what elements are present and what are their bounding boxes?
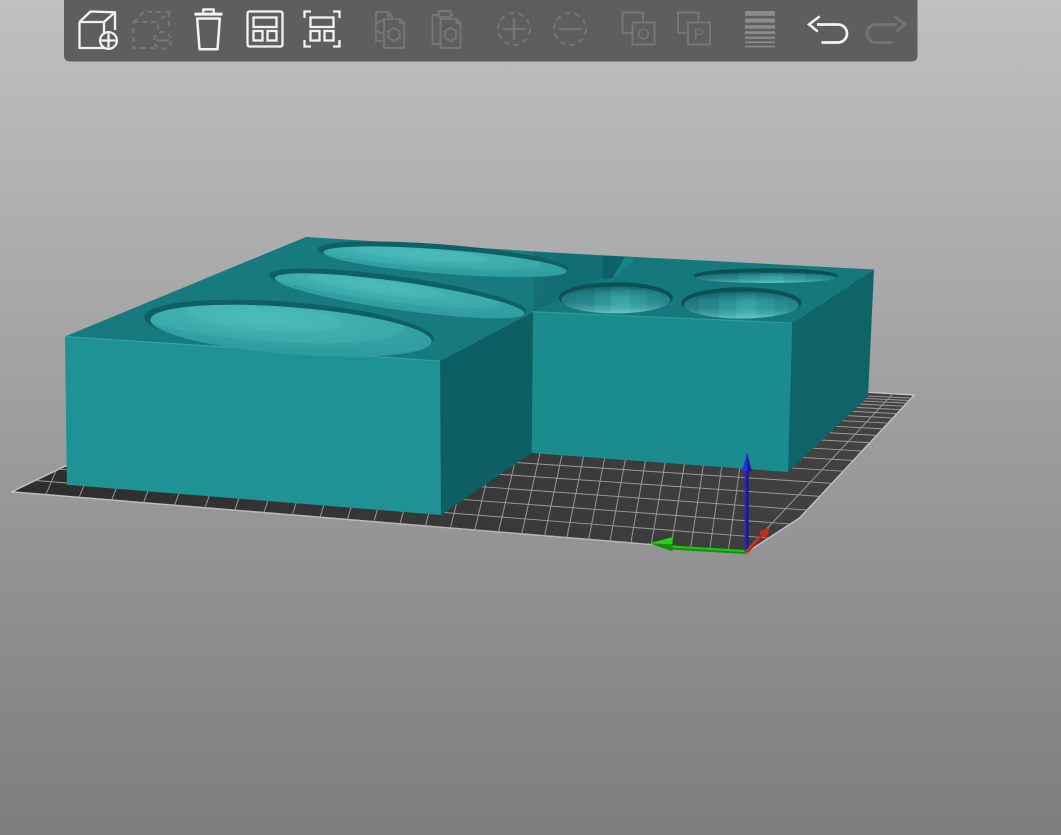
svg-text:P: P — [694, 27, 705, 44]
svg-text:O: O — [637, 27, 649, 44]
